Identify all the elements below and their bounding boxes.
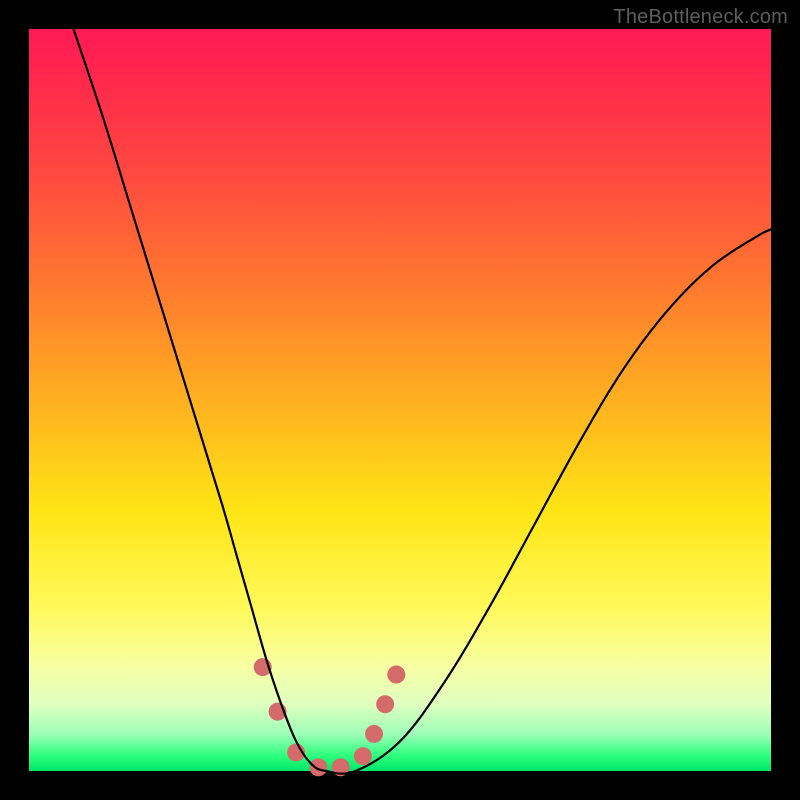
- chart-frame: TheBottleneck.com: [0, 0, 800, 800]
- chart-svg: [29, 29, 771, 771]
- bottleneck-curve: [74, 29, 771, 774]
- marker-dot: [354, 747, 372, 765]
- marker-dot: [309, 758, 327, 776]
- marker-dot: [365, 725, 383, 743]
- highlight-markers: [254, 658, 406, 776]
- marker-dot: [387, 666, 405, 684]
- plot-area: [29, 29, 771, 771]
- marker-dot: [376, 695, 394, 713]
- watermark-text: TheBottleneck.com: [613, 6, 788, 29]
